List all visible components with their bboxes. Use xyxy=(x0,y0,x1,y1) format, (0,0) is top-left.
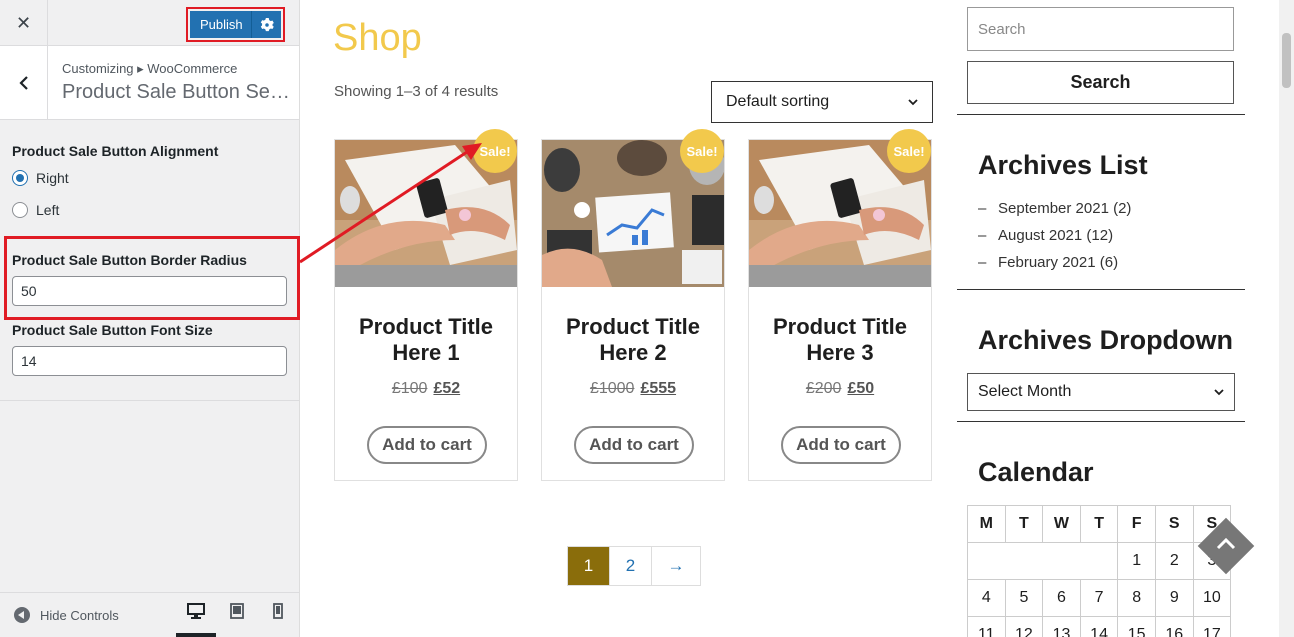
next-page[interactable]: → xyxy=(652,547,700,585)
calendar-day: 10 xyxy=(1192,579,1232,617)
calendar-day: 11 xyxy=(967,616,1006,637)
calendar-day-header: M xyxy=(967,505,1006,543)
calendar-day: 16 xyxy=(1154,616,1194,637)
dropdown-title: Archives Dropdown xyxy=(978,325,1234,355)
calendar-table: M T W T F S S 1 2 3 4 5 6 7 8 9 10 11 12… xyxy=(966,505,1232,637)
archive-link[interactable]: September 2021 (2) xyxy=(998,200,1131,217)
calendar-day: 15 xyxy=(1117,616,1156,637)
month-selected: Select Month xyxy=(978,383,1072,400)
calendar-day: 2 xyxy=(1154,542,1194,580)
chevron-up-icon[interactable] xyxy=(1213,530,1239,556)
search-input[interactable]: Search xyxy=(967,7,1234,51)
archive-item[interactable]: – February 2021 (6) xyxy=(978,254,1118,271)
calendar-day: 1 xyxy=(1117,542,1156,580)
calendar-day-header: W xyxy=(1042,505,1081,543)
page-2[interactable]: 2 xyxy=(610,547,652,585)
month-select[interactable]: Select Month xyxy=(967,373,1235,411)
calendar-day: 12 xyxy=(1004,616,1044,637)
calendar-day-header: F xyxy=(1117,505,1156,543)
calendar-blank xyxy=(966,542,1119,580)
calendar-day-header: S xyxy=(1154,505,1194,543)
scrollbar-thumb[interactable] xyxy=(1282,33,1291,88)
chevron-down-icon xyxy=(1214,383,1224,401)
calendar-day: 8 xyxy=(1117,579,1156,617)
pagination: 1 2 → xyxy=(567,546,701,586)
calendar-day: 4 xyxy=(967,579,1006,617)
archive-item[interactable]: – August 2021 (12) xyxy=(978,227,1113,244)
calendar-day: 5 xyxy=(1004,579,1044,617)
calendar-day-header: T xyxy=(1079,505,1119,543)
calendar-day: 14 xyxy=(1079,616,1119,637)
calendar-title: Calendar xyxy=(978,457,1094,487)
sidebar-divider xyxy=(957,114,1245,115)
scrollbar[interactable] xyxy=(1279,0,1294,637)
search-button[interactable]: Search xyxy=(967,61,1234,104)
sidebar-divider xyxy=(957,289,1245,290)
calendar-day: 6 xyxy=(1042,579,1081,617)
page-1[interactable]: 1 xyxy=(568,547,610,585)
calendar-day: 7 xyxy=(1079,579,1119,617)
calendar-day-header: T xyxy=(1004,505,1044,543)
archive-item[interactable]: – September 2021 (2) xyxy=(978,200,1131,217)
calendar-day: 9 xyxy=(1154,579,1194,617)
calendar-day: 17 xyxy=(1192,616,1232,637)
archives-title: Archives List xyxy=(978,150,1148,180)
archive-link[interactable]: August 2021 (12) xyxy=(998,227,1113,244)
archive-link[interactable]: February 2021 (6) xyxy=(998,254,1118,271)
calendar-day: 13 xyxy=(1042,616,1081,637)
sidebar-divider xyxy=(957,421,1245,422)
